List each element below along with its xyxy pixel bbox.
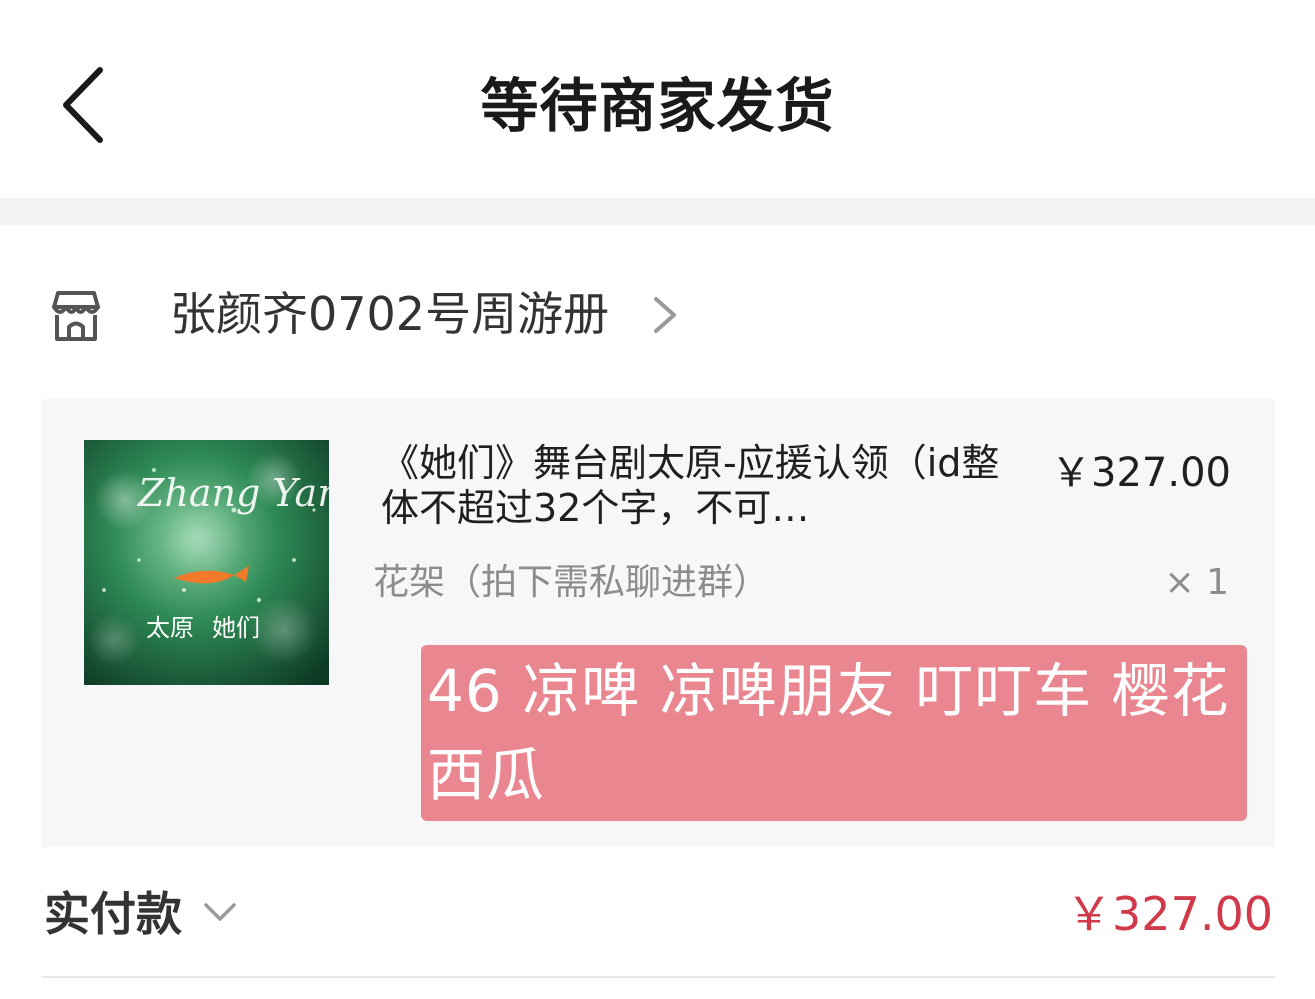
product-quantity: × 1 xyxy=(1164,562,1229,603)
storefront-icon xyxy=(52,291,100,341)
page-title: 等待商家发货 xyxy=(480,72,835,140)
chevron-right-icon xyxy=(654,297,676,333)
product-item[interactable]: Zhang Yan Qi 太原 她们 《她们》舞台剧太原-应援认领（id整体不超… xyxy=(41,399,1275,847)
image-text-zhang: Zhang Yan Qi xyxy=(137,471,329,515)
shop-link[interactable]: 张颜齐0702号周游册 xyxy=(0,263,760,367)
product-variant: 花架（拍下需私聊进群） xyxy=(373,562,770,603)
product-image: Zhang Yan Qi 太原 她们 xyxy=(84,440,329,685)
image-text-tamen: 她们 xyxy=(212,614,260,642)
order-card: 张颜齐0702号周游册 Zhang Ya 太原 她们 《她们》舞台剧太原-应援认… xyxy=(0,225,1315,999)
shop-name: 张颜齐0702号周游册 xyxy=(170,287,610,341)
chevron-down-icon[interactable] xyxy=(202,900,238,924)
product-price: ￥327.00 xyxy=(1051,450,1231,496)
payment-row: 实付款 ￥327.00 xyxy=(0,875,1315,955)
payment-label[interactable]: 实付款 xyxy=(44,883,182,945)
note-overlay: 46 凉啤 凉啤朋友 叮叮车 樱花 西瓜 xyxy=(421,645,1247,821)
divider xyxy=(41,976,1275,978)
order-detail-page: 等待商家发货 张颜齐0702号周游册 Zhang Ya 太原 她们 《她们》舞台… xyxy=(0,0,1315,999)
payment-amount: ￥327.00 xyxy=(1066,887,1273,941)
image-text-taiyuan: 太原 xyxy=(146,614,194,642)
product-title: 《她们》舞台剧太原-应援认领（id整体不超过32个字，不可… xyxy=(381,441,1000,530)
nav-bar: 等待商家发货 xyxy=(0,0,1315,198)
note-text: 46 凉啤 凉啤朋友 叮叮车 樱花 西瓜 xyxy=(427,657,1230,809)
